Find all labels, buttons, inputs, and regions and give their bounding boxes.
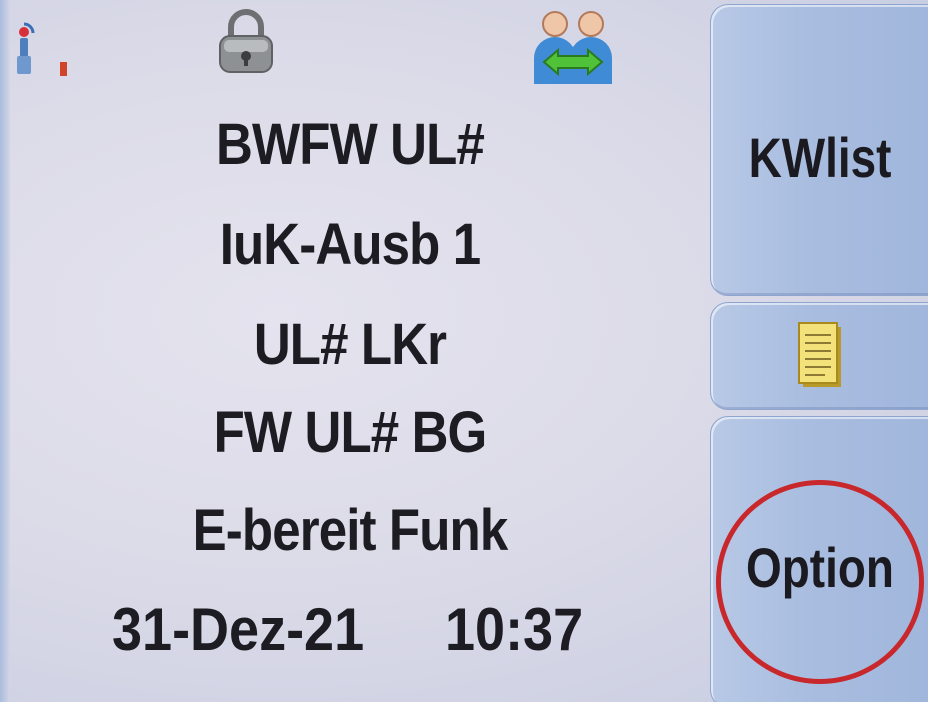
- softkey-kwlist-button[interactable]: KWlist: [710, 4, 928, 296]
- status-bar: [0, 0, 700, 95]
- padlock-icon: [219, 9, 273, 73]
- softkey-label: KWlist: [748, 126, 892, 189]
- group-call-icon: [534, 11, 612, 84]
- softkey-label: Option: [746, 536, 894, 599]
- date-text: 31-Dez-21: [112, 596, 365, 663]
- radio-display-screen: BWFW UL# IuK-Ausb 1 UL# LKr FW UL# BG E-…: [0, 0, 928, 702]
- display-line: BWFW UL#: [216, 112, 485, 177]
- time-text: 10:37: [445, 596, 584, 663]
- notepad-icon: [798, 322, 841, 387]
- display-line: FW UL# BG: [213, 400, 488, 465]
- display-line: E-bereit Funk: [192, 498, 509, 563]
- softkey-option-button[interactable]: Option: [710, 416, 928, 702]
- display-line: IuK-Ausb 1: [219, 212, 481, 277]
- screen-edge: [0, 0, 10, 702]
- date-time-row: 31-Dez-21 10:37: [20, 595, 680, 665]
- radio-signal-icon: [17, 22, 67, 76]
- softkey-notepad-button[interactable]: [710, 302, 928, 410]
- display-line: UL# LKr: [253, 312, 447, 377]
